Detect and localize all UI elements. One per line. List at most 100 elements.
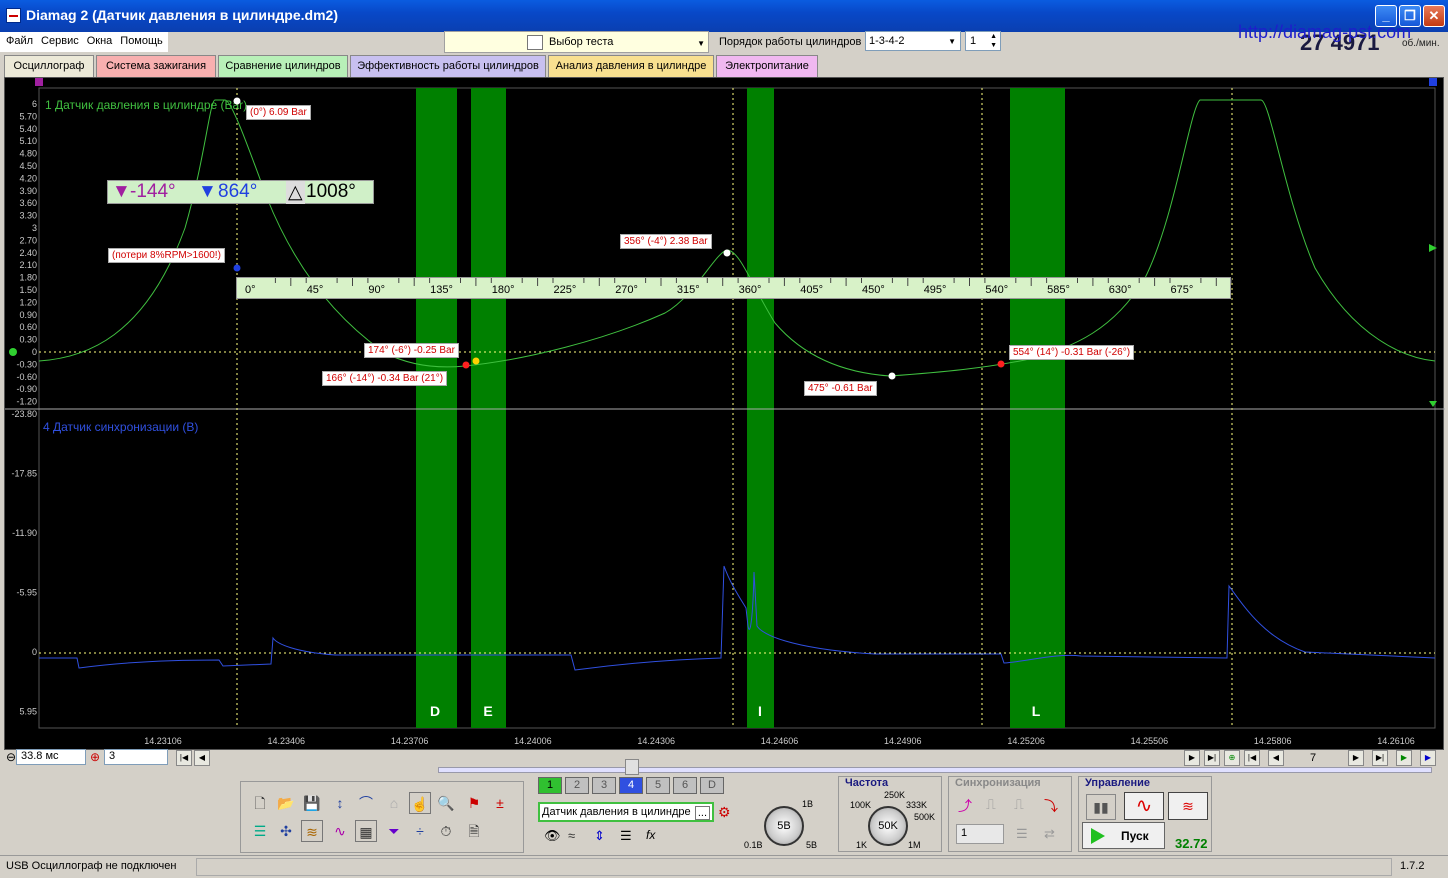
eye-icon[interactable]: 👁 xyxy=(544,828,561,844)
sync-off-icon[interactable]: ⤵ xyxy=(1044,796,1058,816)
table-icon[interactable]: ▦ xyxy=(355,820,377,842)
tab-3[interactable]: Эффективность работы цилиндров xyxy=(350,55,546,77)
filter-icon[interactable]: ⏷ xyxy=(383,820,405,842)
channel-button-1[interactable]: 1 xyxy=(538,777,562,794)
cursor1-handle[interactable] xyxy=(35,78,43,86)
flag-icon[interactable]: ⚑ xyxy=(463,792,485,814)
channel-button-5[interactable]: 5 xyxy=(646,777,670,794)
menu-help[interactable]: Помощь xyxy=(114,32,165,47)
zoom-icon[interactable]: 🔍 xyxy=(435,792,457,814)
menu-windows[interactable]: Окна xyxy=(81,32,115,47)
tab-0[interactable]: Осциллограф xyxy=(4,55,94,77)
point-marker-2[interactable] xyxy=(462,361,470,369)
channel-button-2[interactable]: 2 xyxy=(565,777,589,794)
point-marker-5[interactable] xyxy=(888,372,896,380)
close-button[interactable]: ✕ xyxy=(1423,5,1445,27)
point-marker-0[interactable] xyxy=(233,97,241,105)
point-marker-4[interactable] xyxy=(723,249,731,257)
more-icon[interactable]: ... xyxy=(694,806,710,820)
channel-button-3[interactable]: 3 xyxy=(592,777,616,794)
page-first-icon[interactable]: |◀ xyxy=(1244,750,1260,766)
notes-icon[interactable]: 🗎 xyxy=(463,820,485,842)
lines-icon[interactable]: ☰ xyxy=(620,828,632,844)
menu-file[interactable]: Файл xyxy=(0,32,35,47)
cyl-order-select[interactable]: 1-3-4-2 ▼ xyxy=(865,31,961,51)
frequency-knob[interactable]: 50K xyxy=(868,806,908,846)
stack-icon[interactable]: ☰ xyxy=(249,820,271,842)
channel-button-4[interactable]: 4 xyxy=(619,777,643,794)
open-folder-icon[interactable]: 📂 xyxy=(275,792,297,814)
next-icon[interactable]: ▶ xyxy=(1184,750,1200,766)
ch1-ytick: 6 xyxy=(32,99,37,109)
marker-zero-icon[interactable]: ± xyxy=(489,792,511,814)
save-icon[interactable]: 💾 xyxy=(301,792,323,814)
arc-icon[interactable]: ⌒ xyxy=(355,792,377,814)
ch1-ytick: 1.50 xyxy=(19,285,37,295)
page-last-icon[interactable]: ▶| xyxy=(1372,750,1388,766)
last-icon[interactable]: ▶| xyxy=(1204,750,1220,766)
channel-select[interactable]: 3 xyxy=(104,749,168,765)
sync-channel-select[interactable]: 1 xyxy=(956,824,1004,844)
sensor-select[interactable]: Датчик давления в цилиндре ... xyxy=(538,802,714,822)
website-url[interactable]: http://diamag-pst.com xyxy=(1238,22,1411,43)
new-file-icon[interactable]: 🗋 xyxy=(249,792,271,814)
channel-button-6[interactable]: 6 xyxy=(673,777,697,794)
first-page-icon[interactable]: |◀ xyxy=(176,750,192,766)
point-marker-6[interactable] xyxy=(997,360,1005,368)
add-icon[interactable]: ⊕ xyxy=(1224,750,1240,766)
sensor-settings-icon[interactable]: ⚙ xyxy=(718,804,731,821)
sync-step-down-icon[interactable]: ⎍ xyxy=(1014,796,1024,813)
menu-service[interactable]: Сервис xyxy=(35,32,81,47)
play-icon[interactable]: ▶ xyxy=(1396,750,1412,766)
voltage-knob[interactable]: 5В xyxy=(764,806,804,846)
sync-step-up-icon[interactable]: ⎍ xyxy=(986,796,996,813)
vertical-scale-icon[interactable]: ↕ xyxy=(329,792,351,814)
zoom-out-icon[interactable]: ⊖ xyxy=(6,750,16,764)
cylinder-spinner[interactable]: 1 ▲ ▼ xyxy=(965,31,1001,51)
compress-icon[interactable]: ✣ xyxy=(275,820,297,842)
oscilloscope-view[interactable]: 6 5.70 5.40 5.10 4.80 4.50 4.20 3.90 3.60 3.30 3 2.… xyxy=(4,77,1445,750)
menu-bar: Файл Сервис Окна Помощь xyxy=(0,32,168,52)
spinner-arrows-icon[interactable]: ▲ ▼ xyxy=(990,32,997,50)
tab-4[interactable]: Анализ давления в цилиндре xyxy=(548,55,714,77)
tab-1[interactable]: Система зажигания xyxy=(96,55,216,77)
single-wave-icon[interactable]: ∿ xyxy=(1124,792,1164,820)
zoom-in-icon[interactable]: ⊕ xyxy=(90,750,100,764)
sync-arrows-icon[interactable]: ⇄ xyxy=(1044,826,1055,842)
tab-5[interactable]: Электропитание xyxy=(716,55,818,77)
timebase-select[interactable]: 33.8 мс xyxy=(16,749,86,765)
page-prev-icon[interactable]: ◀ xyxy=(1268,750,1284,766)
continuous-wave-icon[interactable]: ≋ xyxy=(1168,792,1208,820)
tab-2[interactable]: Сравнение цилиндров xyxy=(218,55,348,77)
wave-overlay-icon[interactable]: ≋ xyxy=(301,820,323,842)
timer-icon[interactable]: ⏱ xyxy=(435,820,457,842)
status-bar: USB Осциллограф не подключен 1.7.2 xyxy=(0,855,1448,878)
wave-compare-icon[interactable]: ∿ xyxy=(329,820,351,842)
horizontal-scrollbar[interactable] xyxy=(438,759,1432,775)
sync-rising-icon[interactable]: ⤴ xyxy=(958,796,972,816)
scroll-thumb[interactable] xyxy=(625,759,639,775)
ch1-ytick: 4.20 xyxy=(19,173,37,183)
cursor2-handle[interactable] xyxy=(1429,78,1437,86)
vertical-shift-icon[interactable]: ⇕ xyxy=(594,828,605,844)
hand-icon[interactable]: ☝ xyxy=(409,792,431,814)
test-select[interactable]: Выбор теста ▼ xyxy=(444,31,709,53)
point-marker-1[interactable] xyxy=(233,264,241,272)
ch1-ytick: -0.90 xyxy=(16,384,37,394)
ch1-offset-handle[interactable] xyxy=(9,348,17,356)
split-icon[interactable]: ÷ xyxy=(409,820,431,842)
callout-loss: (потери 8%RPM>1600!) xyxy=(108,248,225,263)
point-marker-3[interactable] xyxy=(472,357,480,365)
callout-peak: 356° (-4°) 2.38 Bar xyxy=(620,234,712,249)
waveform-icon[interactable]: ≈ xyxy=(568,828,575,843)
play-fast-icon[interactable]: ▶ xyxy=(1420,750,1436,766)
prev-page-icon[interactable]: ◀ xyxy=(194,750,210,766)
sync-lines-icon[interactable]: ☰ xyxy=(1016,826,1028,842)
function-icon[interactable]: fx xyxy=(646,828,655,842)
auto-icon[interactable]: ⌂ xyxy=(383,792,405,814)
ruler-tick: 360° xyxy=(739,284,762,296)
run-button[interactable]: Пуск xyxy=(1082,822,1165,849)
pause-icon[interactable]: ▮▮ xyxy=(1086,794,1116,820)
channel-button-D[interactable]: D xyxy=(700,777,724,794)
page-next-icon[interactable]: ▶ xyxy=(1348,750,1364,766)
